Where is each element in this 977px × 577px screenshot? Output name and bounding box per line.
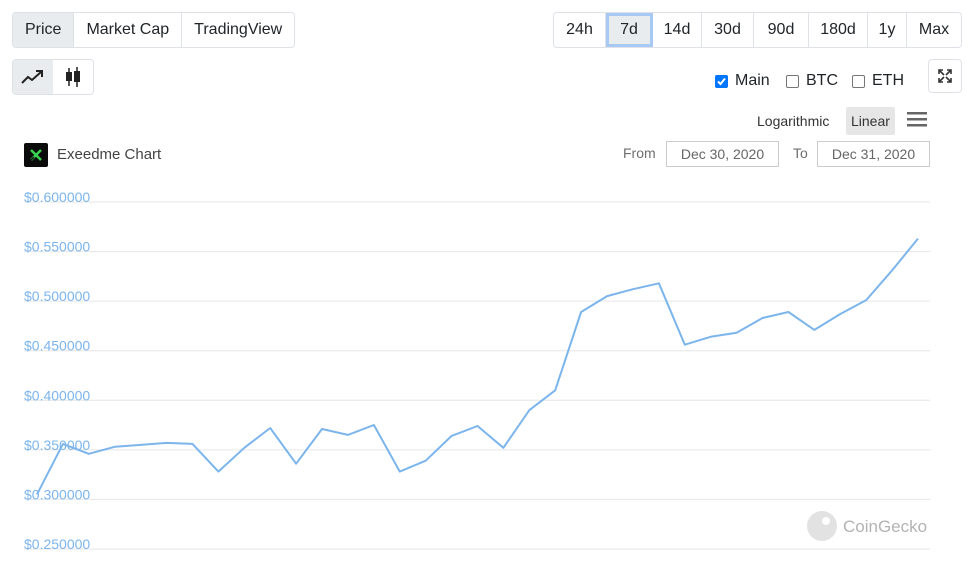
y-tick-label: $0.550000 <box>24 239 90 255</box>
y-tick-label: $0.500000 <box>24 288 90 304</box>
price-chart: $0.600000 $0.550000 $0.500000 $0.450000 $0.4… <box>24 189 930 552</box>
y-tick-label: $0.600000 <box>24 189 90 205</box>
y-tick-label: $0.250000 <box>24 536 90 552</box>
coingecko-logo-icon <box>807 511 837 541</box>
y-tick-label: $0.450000 <box>24 338 90 354</box>
coingecko-watermark: CoinGecko <box>843 517 927 536</box>
price-series-line[interactable] <box>36 237 919 495</box>
y-tick-label: $0.300000 <box>24 486 90 502</box>
coingecko-logo-eye <box>822 517 830 525</box>
y-tick-label: $0.400000 <box>24 387 90 403</box>
